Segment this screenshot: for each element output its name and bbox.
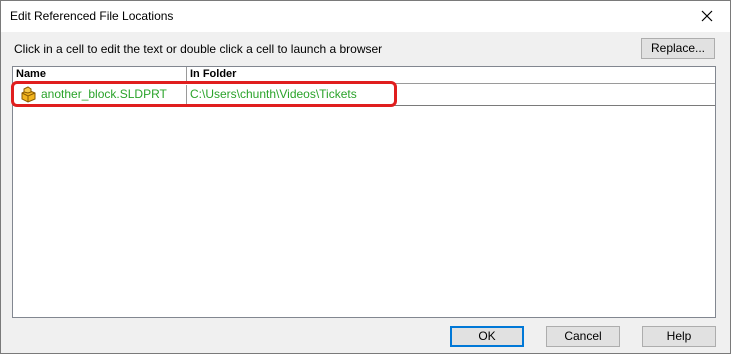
column-header-in-folder[interactable]: In Folder bbox=[187, 67, 715, 83]
grid-header: Name In Folder bbox=[13, 67, 715, 84]
replace-button[interactable]: Replace... bbox=[641, 38, 715, 59]
references-grid[interactable]: Name In Folder another_block.SLDPRT C:\U… bbox=[12, 66, 716, 318]
close-button[interactable] bbox=[684, 1, 730, 32]
name-cell[interactable]: another_block.SLDPRT bbox=[13, 85, 187, 105]
sldprt-part-icon bbox=[21, 86, 36, 103]
folder-path: C:\Users\chunth\Videos\Tickets bbox=[190, 87, 357, 101]
column-header-name[interactable]: Name bbox=[13, 67, 187, 83]
instructions-text: Click in a cell to edit the text or doub… bbox=[14, 42, 383, 56]
help-button[interactable]: Help bbox=[642, 326, 716, 347]
close-icon bbox=[701, 10, 713, 22]
title-bar: Edit Referenced File Locations bbox=[1, 1, 730, 32]
table-row[interactable]: another_block.SLDPRT C:\Users\chunth\Vid… bbox=[13, 85, 715, 106]
folder-cell[interactable]: C:\Users\chunth\Videos\Tickets bbox=[187, 85, 715, 105]
dialog-title: Edit Referenced File Locations bbox=[10, 9, 174, 23]
file-name: another_block.SLDPRT bbox=[41, 87, 167, 101]
cancel-button[interactable]: Cancel bbox=[546, 326, 620, 347]
dialog-window: Edit Referenced File Locations Click in … bbox=[0, 0, 731, 354]
ok-button[interactable]: OK bbox=[450, 326, 524, 347]
